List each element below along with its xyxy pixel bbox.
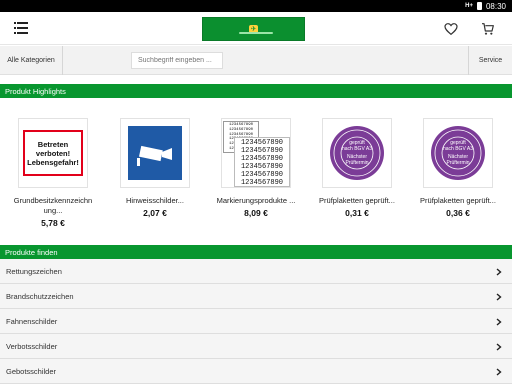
category-item-rettungszeichen[interactable]: Rettungszeichen: [0, 259, 512, 284]
network-indicator: H+: [465, 3, 473, 9]
shop-logo[interactable]: ✈: [202, 17, 305, 41]
chevron-right-icon: [496, 343, 502, 351]
product-image: geprüft nach BGV A3 Nächster Prüftermin: [322, 118, 392, 188]
product-image: 1234567890 1234567890 1234567890 123456789…: [221, 118, 291, 188]
clock: 08:30: [485, 1, 506, 11]
highlights-header: Produkt Highlights: [0, 84, 512, 98]
category-item-verbotsschilder[interactable]: Verbotsschilder: [0, 334, 512, 359]
search-input[interactable]: [131, 52, 223, 69]
product-name: Grundbesitzkennzeichn ung...: [13, 196, 93, 215]
warning-sign-image: Betreten verboten! Lebensgefahr!: [23, 130, 83, 176]
camera-icon: [137, 145, 172, 166]
product-price: 5,78 €: [41, 218, 65, 228]
product-name: Prüfplaketten geprüft...: [319, 196, 395, 205]
product-name: Hinweisschilder...: [126, 196, 184, 205]
product-price: 8,09 €: [244, 208, 268, 218]
app-header: ✈: [0, 12, 512, 45]
product-price: 0,31 €: [345, 208, 369, 218]
category-item-brandschutzzeichen[interactable]: Brandschutzzeichen: [0, 284, 512, 309]
category-item-gebotsschilder[interactable]: Gebotsschilder: [0, 359, 512, 384]
product-card[interactable]: geprüft nach BGV A3 Nächster Prüftermin …: [415, 118, 501, 218]
product-price: 2,07 €: [143, 208, 167, 218]
camera-sign-image: [128, 126, 182, 180]
product-image: Betreten verboten! Lebensgefahr!: [18, 118, 88, 188]
category-label: Gebotsschilder: [6, 366, 57, 376]
product-image: [120, 118, 190, 188]
product-card[interactable]: 1234567890 1234567890 1234567890 123456789…: [213, 118, 299, 218]
category-label: Verbotsschilder: [6, 341, 58, 351]
chevron-right-icon: [496, 368, 502, 376]
category-label: Rettungszeichen: [6, 266, 62, 276]
inspection-sticker-image: geprüft nach BGV A3 Nächster Prüftermin: [330, 126, 384, 180]
chevron-right-icon: [496, 318, 502, 326]
category-label: Fahnenschilder: [6, 316, 58, 326]
heart-icon[interactable]: [443, 21, 459, 37]
chevron-right-icon: [496, 293, 502, 301]
product-image: geprüft nach BGV A3 Nächster Prüftermin: [423, 118, 493, 188]
status-bar: H+ 08:30: [0, 0, 512, 12]
find-products-header: Produkte finden: [0, 245, 512, 259]
menu-icon[interactable]: [14, 22, 28, 35]
category-item-fahnenschilder[interactable]: Fahnenschilder: [0, 309, 512, 334]
product-card[interactable]: geprüft nach BGV A3 Nächster Prüftermin …: [314, 118, 400, 218]
toolbar: Alle Kategorien Service: [0, 46, 512, 75]
sticker-ring: [333, 129, 381, 177]
marking-labels-image: 1234567890 1234567890 1234567890 123456789…: [222, 119, 290, 187]
chevron-right-icon: [496, 268, 502, 276]
product-name: Prüfplaketten geprüft...: [420, 196, 496, 205]
product-card[interactable]: Betreten verboten! Lebensgefahr! Grundbe…: [10, 118, 96, 228]
sticker-ring: [434, 129, 482, 177]
category-list: Rettungszeichen Brandschutzzeichen Fahne…: [0, 259, 512, 384]
battery-icon: [476, 2, 482, 10]
all-categories-button[interactable]: Alle Kategorien: [0, 46, 63, 75]
product-card[interactable]: Hinweisschilder... 2,07 €: [112, 118, 198, 218]
service-button[interactable]: Service: [468, 46, 512, 75]
category-label: Brandschutzzeichen: [6, 291, 74, 301]
inspection-sticker-image: geprüft nach BGV A3 Nächster Prüftermin: [431, 126, 485, 180]
product-price: 0,36 €: [446, 208, 470, 218]
highlights-carousel: Betreten verboten! Lebensgefahr! Grundbe…: [0, 108, 512, 236]
logo-script: [239, 32, 273, 34]
cart-icon[interactable]: [480, 21, 496, 37]
product-name: Markierungsprodukte ...: [216, 196, 296, 205]
